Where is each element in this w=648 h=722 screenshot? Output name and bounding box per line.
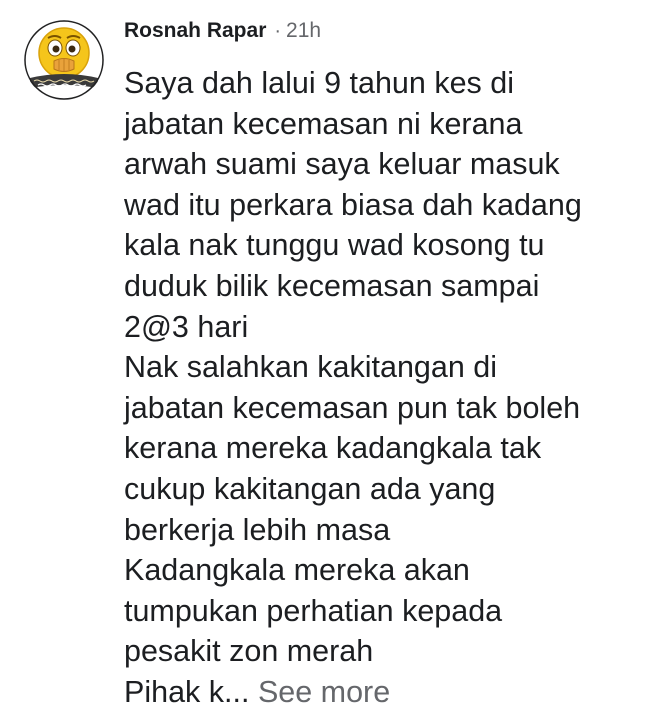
comment-line: pesakit zon merah [124,634,374,669]
comment-line: 2@3 hari [124,309,249,344]
see-more-link[interactable]: See more [258,675,390,709]
comment-line: jabatan kecemasan pun tak boleh [124,390,581,425]
avatar[interactable] [24,20,104,100]
comment-line: Saya dah lalui 9 tahun kes di [124,66,514,100]
comment-line: Nak salahkan kakitangan di [124,350,498,385]
comment-line: arwah suami saya keluar masuk [124,147,560,182]
comment-line: duduk bilik kecemasan sampai [124,268,540,303]
comment-line: kala nak tunggu wad kosong tu [124,228,545,263]
timestamp[interactable]: 21h [286,19,321,43]
comment-line: jabatan kecemasan ni kerana [124,106,523,141]
face-with-hand-over-mouth-icon [24,20,104,100]
comment-line: tumpukan perhatian kepada [124,593,503,628]
author-name[interactable]: Rosnah Rapar [124,19,266,43]
comment: Rosnah Rapar · 21h Saya dah lalui 9 tahu… [0,0,648,722]
comment-line: berkerja lebih masa [124,512,391,547]
comment-body: Saya dah lalui 9 tahun kes di jabatan ke… [124,63,634,713]
comment-header: Rosnah Rapar · 21h [124,19,321,51]
comment-last-line: Pihak k... See more [124,672,634,713]
comment-line: Kadangkala mereka akan [124,553,470,588]
comment-line: wad itu perkara biasa dah kadang [124,187,582,222]
comment-line: cukup kakitangan ada yang [124,471,496,506]
separator-dot: · [274,20,282,42]
comment-line: kerana mereka kadangkala tak [124,431,542,466]
truncated-text: Pihak k... [124,674,250,709]
